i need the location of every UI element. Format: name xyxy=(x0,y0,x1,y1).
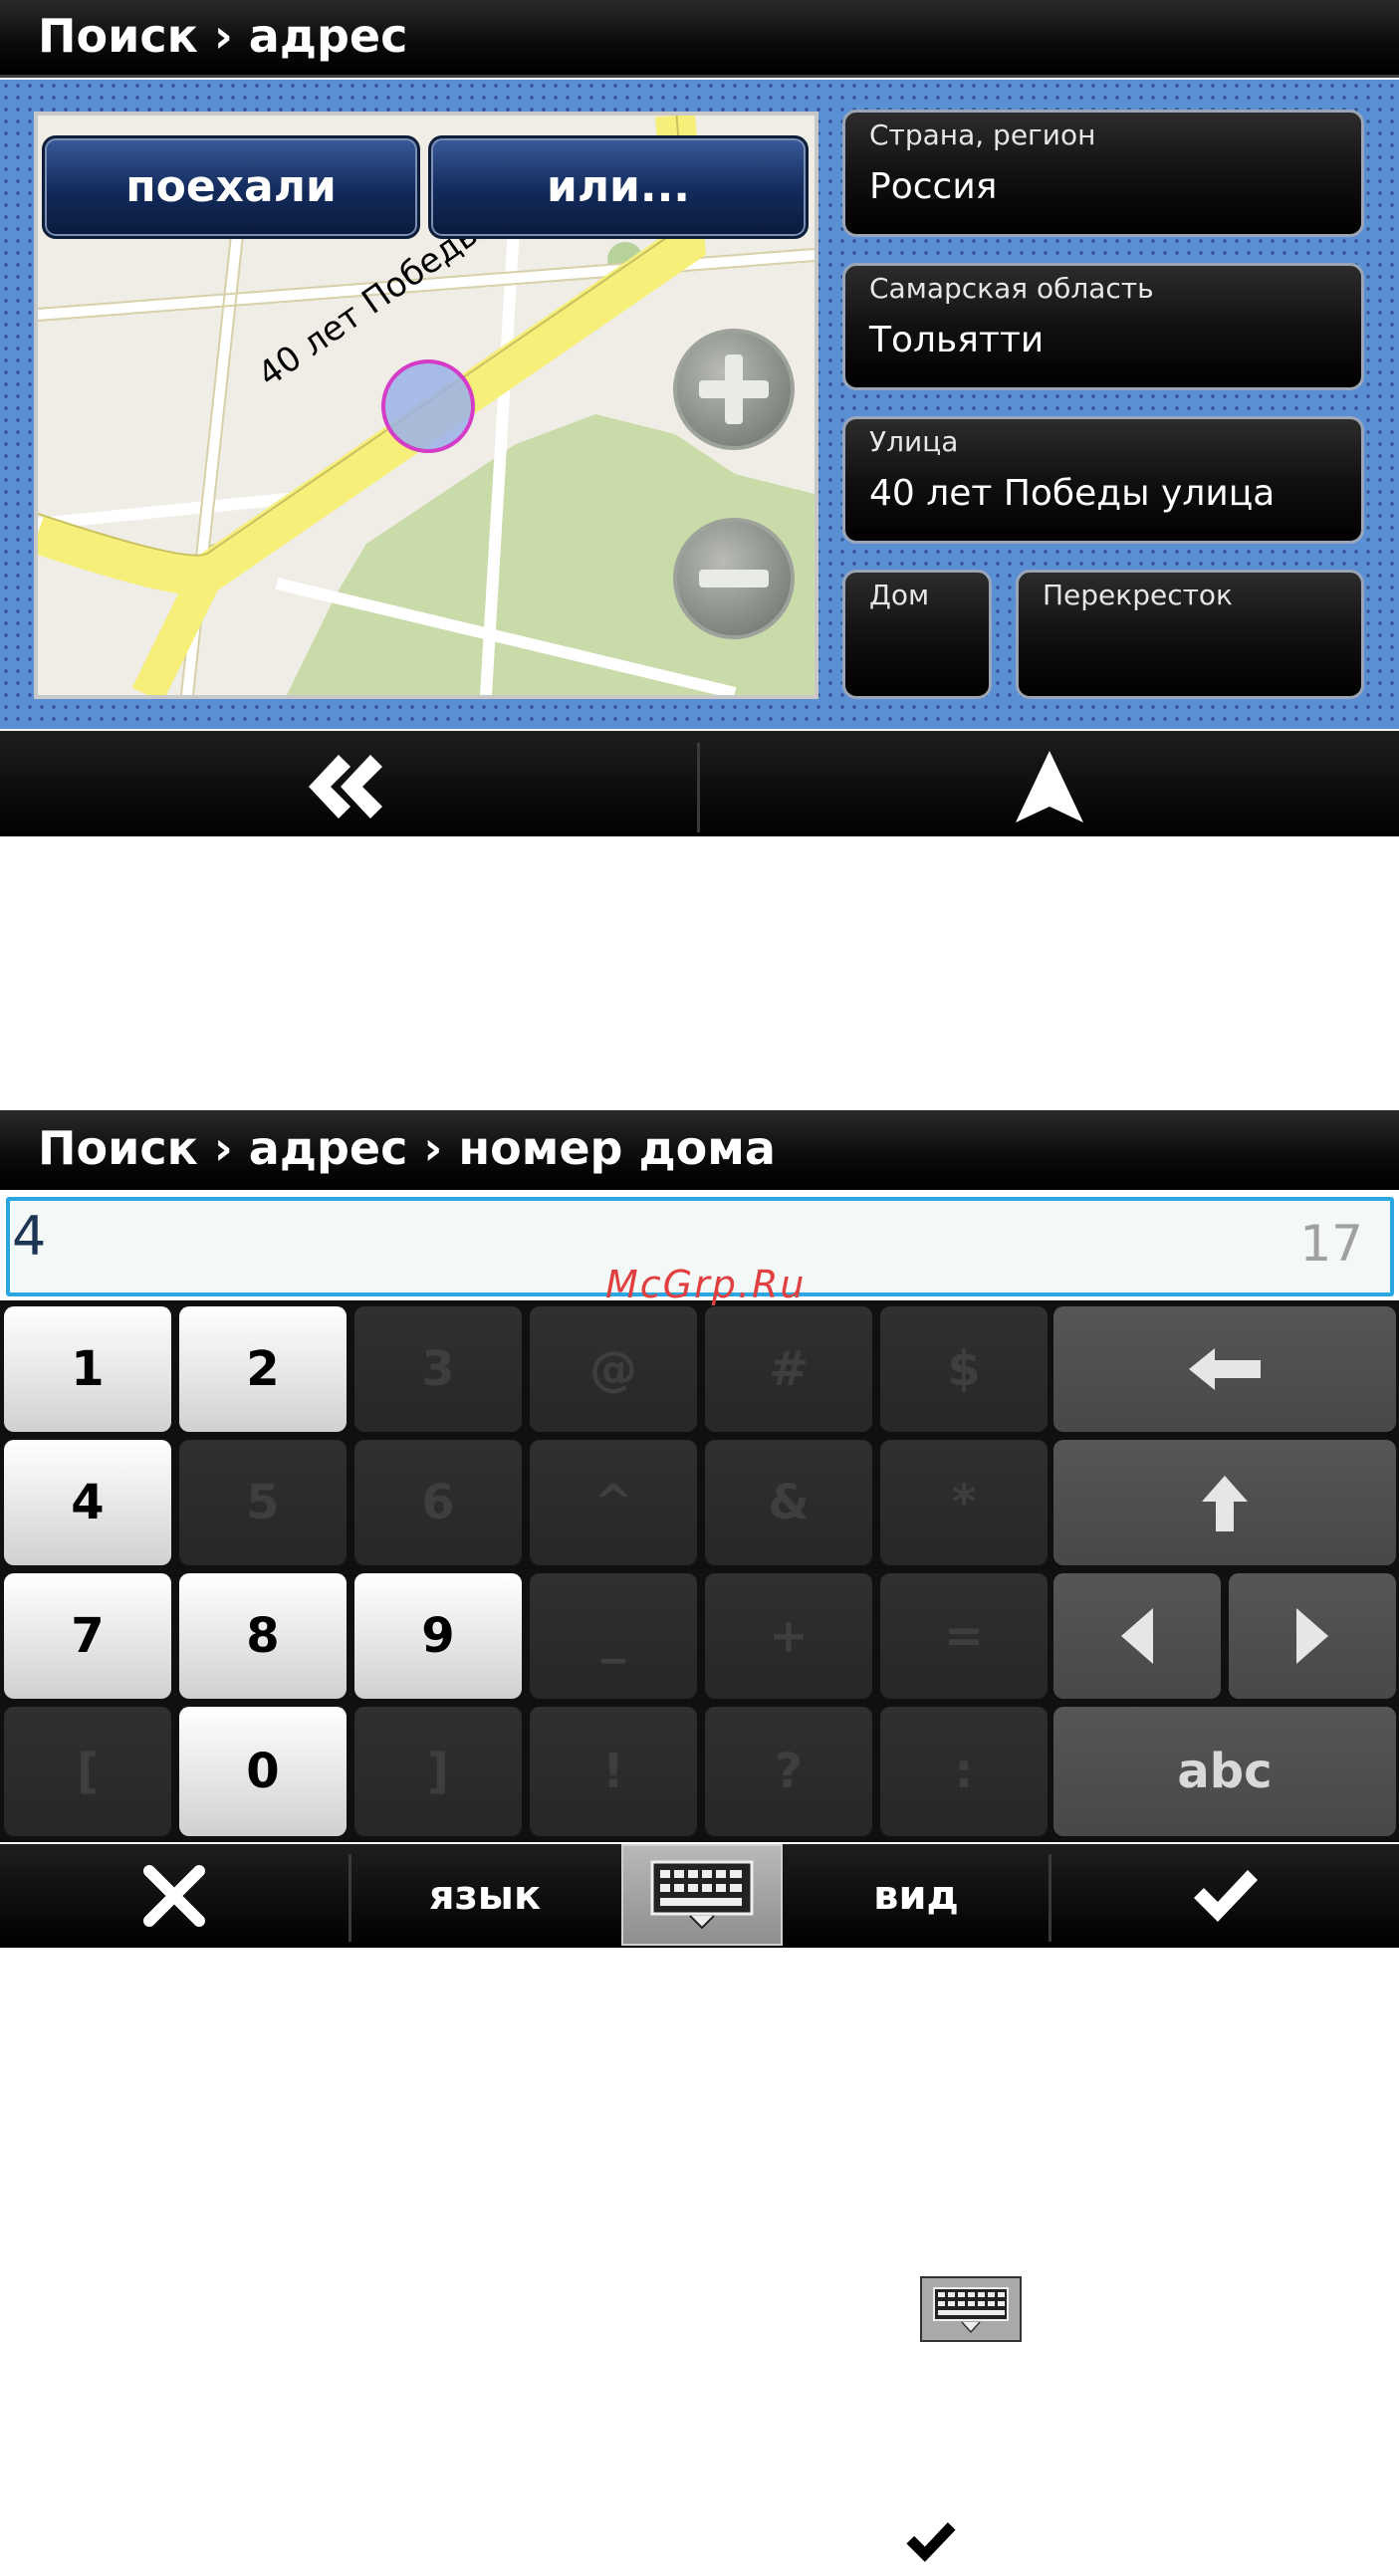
key-caret: ^ xyxy=(530,1440,697,1565)
country-field[interactable]: Страна, регион Россия xyxy=(842,110,1364,237)
triangle-left-icon xyxy=(1121,1608,1153,1664)
field-label: Перекресток xyxy=(1043,579,1233,611)
keyboard-toggle-button[interactable] xyxy=(621,1844,783,1946)
key-8[interactable]: 8 xyxy=(179,1573,347,1699)
toolbar-divider xyxy=(697,743,700,832)
field-label: Улица xyxy=(869,425,959,458)
key-4[interactable]: 4 xyxy=(4,1440,171,1565)
key-hash: # xyxy=(705,1306,872,1432)
page-title: Поиск › адрес xyxy=(0,0,1399,78)
key-9[interactable]: 9 xyxy=(354,1573,522,1699)
watermark: McGrp.Ru xyxy=(605,1263,807,1306)
or-button[interactable]: или... xyxy=(428,135,809,239)
field-value: Тольятти xyxy=(869,320,1045,360)
cursor-left-key[interactable] xyxy=(1053,1573,1221,1699)
key-0[interactable]: 0 xyxy=(179,1707,347,1836)
arrow-left-icon xyxy=(1189,1348,1261,1390)
navigate-button[interactable] xyxy=(1014,747,1085,826)
key-2[interactable]: 2 xyxy=(179,1306,347,1432)
key-colon: : xyxy=(880,1707,1048,1836)
input-counter: 17 xyxy=(1299,1215,1363,1273)
key-at: @ xyxy=(530,1306,697,1432)
key-bracket-left: [ xyxy=(4,1707,171,1836)
key-3: 3 xyxy=(354,1306,522,1432)
region-field[interactable]: Самарская область Тольятти xyxy=(842,263,1364,390)
abc-key[interactable]: abc xyxy=(1053,1707,1396,1836)
input-value: 4 xyxy=(12,1205,47,1268)
cancel-button[interactable] xyxy=(0,1844,349,1948)
shift-key[interactable] xyxy=(1053,1440,1396,1565)
keyboard-icon xyxy=(650,1860,754,1930)
navigation-arrow-icon xyxy=(1016,751,1083,822)
view-button[interactable]: вид xyxy=(786,1844,1047,1948)
key-6: 6 xyxy=(354,1440,522,1565)
key-plus: + xyxy=(705,1573,872,1699)
key-underscore: _ xyxy=(530,1573,697,1699)
checkmark-icon xyxy=(1193,1870,1258,1922)
go-button[interactable]: поехали xyxy=(42,135,420,239)
key-7[interactable]: 7 xyxy=(4,1573,171,1699)
key-exclamation: ! xyxy=(530,1707,697,1836)
zoom-out-button[interactable] xyxy=(673,518,795,639)
key-5: 5 xyxy=(179,1440,347,1565)
language-button[interactable]: язык xyxy=(351,1844,618,1948)
arrow-up-icon xyxy=(1202,1476,1248,1531)
crossing-field[interactable]: Перекресток xyxy=(1016,570,1364,699)
keyboard-icon xyxy=(920,2276,1022,2342)
key-question: ? xyxy=(705,1707,872,1836)
triangle-right-icon xyxy=(1296,1608,1328,1664)
checkmark-icon xyxy=(902,2519,960,2565)
confirm-button[interactable] xyxy=(1051,1844,1399,1948)
minus-icon xyxy=(699,570,769,587)
backspace-key[interactable] xyxy=(1053,1306,1396,1432)
field-label: Страна, регион xyxy=(869,118,1096,151)
key-ampersand: & xyxy=(705,1440,872,1565)
back-button[interactable] xyxy=(299,747,388,826)
key-equals: = xyxy=(880,1573,1048,1699)
house-field[interactable]: Дом xyxy=(842,570,992,699)
double-chevron-left-icon xyxy=(309,755,382,819)
field-label: Самарская область xyxy=(869,272,1154,305)
key-asterisk: * xyxy=(880,1440,1048,1565)
street-field[interactable]: Улица 40 лет Победы улица xyxy=(842,416,1364,544)
key-dollar: $ xyxy=(880,1306,1048,1432)
close-icon xyxy=(143,1865,205,1927)
key-1[interactable]: 1 xyxy=(4,1306,171,1432)
cursor-right-key[interactable] xyxy=(1229,1573,1396,1699)
field-label: Дом xyxy=(869,579,930,611)
field-value: 40 лет Победы улица xyxy=(869,473,1276,514)
field-value: Россия xyxy=(869,166,998,207)
page-title: Поиск › адрес › номер дома xyxy=(0,1110,1399,1190)
key-bracket-right: ] xyxy=(354,1707,522,1836)
zoom-in-button[interactable] xyxy=(673,329,795,450)
